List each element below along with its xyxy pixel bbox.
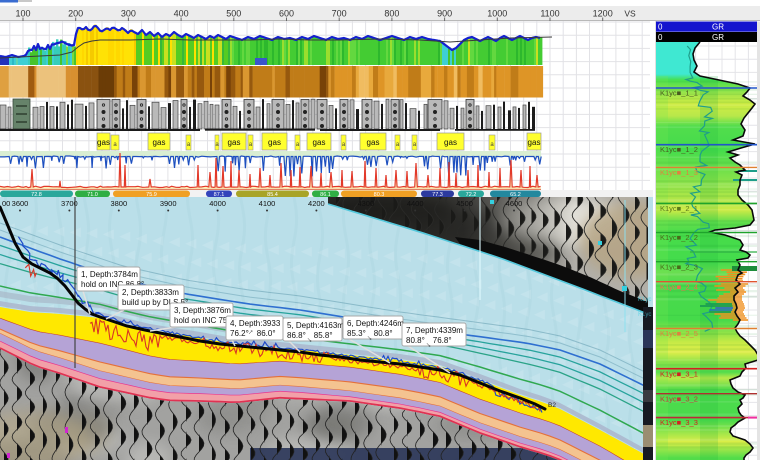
svg-text:VS: VS: [624, 9, 636, 19]
svg-text:gas: gas: [228, 138, 241, 147]
svg-text:K1yc■_1_1: K1yc■_1_1: [660, 89, 698, 98]
svg-text:gas: gas: [268, 138, 281, 147]
svg-text:3900: 3900: [160, 199, 177, 208]
svg-text:K1yc■_2_3: K1yc■_2_3: [660, 262, 698, 271]
svg-text:gas: gas: [153, 138, 166, 147]
svg-text:600: 600: [279, 9, 294, 19]
svg-text:4100: 4100: [259, 199, 276, 208]
svg-text:K1yc■_1_3: K1yc■_1_3: [660, 168, 698, 177]
svg-text:100: 100: [15, 9, 30, 19]
svg-text:4400: 4400: [407, 199, 424, 208]
svg-text:4500: 4500: [456, 199, 473, 208]
svg-text:5, Depth:4163m: 5, Depth:4163m: [287, 321, 344, 330]
svg-text:K1yc: K1yc: [638, 312, 651, 318]
svg-text:K1yc■_1_2: K1yc■_1_2: [660, 145, 698, 154]
svg-text:2, Depth:3833m: 2, Depth:3833m: [122, 288, 179, 297]
svg-text:400: 400: [174, 9, 189, 19]
svg-text:1100: 1100: [540, 9, 559, 19]
svg-text:K1yc■_2_1: K1yc■_2_1: [660, 204, 698, 213]
svg-text:00: 00: [2, 199, 10, 208]
svg-text:K1yc■_2_2: K1yc■_2_2: [660, 233, 698, 242]
svg-text:hold on INC 75°: hold on INC 75°: [174, 316, 231, 325]
svg-text:3, Depth:3876m: 3, Depth:3876m: [174, 306, 231, 315]
svg-text:4, Depth:3933: 4, Depth:3933: [230, 319, 281, 328]
svg-text:1200: 1200: [593, 9, 613, 19]
svg-text:K1yc: K1yc: [638, 297, 651, 303]
svg-text:500: 500: [226, 9, 241, 19]
svg-text:900: 900: [437, 9, 452, 19]
svg-text:K1yc■_3_3: K1yc■_3_3: [660, 418, 698, 427]
svg-text:3800: 3800: [110, 199, 127, 208]
svg-text:800: 800: [384, 9, 399, 19]
svg-text:700: 700: [332, 9, 347, 19]
svg-text:1000: 1000: [487, 9, 507, 19]
svg-text:4300: 4300: [357, 199, 374, 208]
svg-text:300: 300: [121, 9, 136, 19]
svg-text:K1yc■_3_2: K1yc■_3_2: [660, 394, 698, 403]
svg-text:gas: gas: [97, 138, 110, 147]
svg-text:200: 200: [68, 9, 83, 19]
svg-text:gas: gas: [528, 138, 541, 147]
svg-text:gas: gas: [367, 138, 380, 147]
svg-text:4000: 4000: [209, 199, 226, 208]
svg-text:0: 0: [658, 23, 663, 32]
svg-text:B2: B2: [548, 402, 556, 409]
svg-text:0: 0: [658, 33, 663, 42]
svg-text:7, Depth:4339m: 7, Depth:4339m: [406, 326, 463, 335]
svg-text:4200: 4200: [308, 199, 325, 208]
svg-text:4600: 4600: [506, 199, 523, 208]
svg-text:gas: gas: [444, 138, 457, 147]
svg-text:K1yc■_3_1: K1yc■_3_1: [660, 369, 698, 378]
svg-text:gas: gas: [313, 138, 326, 147]
svg-text:GR: GR: [712, 23, 724, 32]
svg-text:3600: 3600: [12, 199, 29, 208]
svg-text:GR: GR: [712, 33, 724, 42]
svg-text:K1yc■_2_5: K1yc■_2_5: [660, 329, 698, 338]
svg-text:1, Depth:3784m: 1, Depth:3784m: [81, 270, 138, 279]
svg-text:K1yc■_2_4: K1yc■_2_4: [660, 282, 698, 291]
svg-text:6, Depth:4246m: 6, Depth:4246m: [347, 319, 404, 328]
